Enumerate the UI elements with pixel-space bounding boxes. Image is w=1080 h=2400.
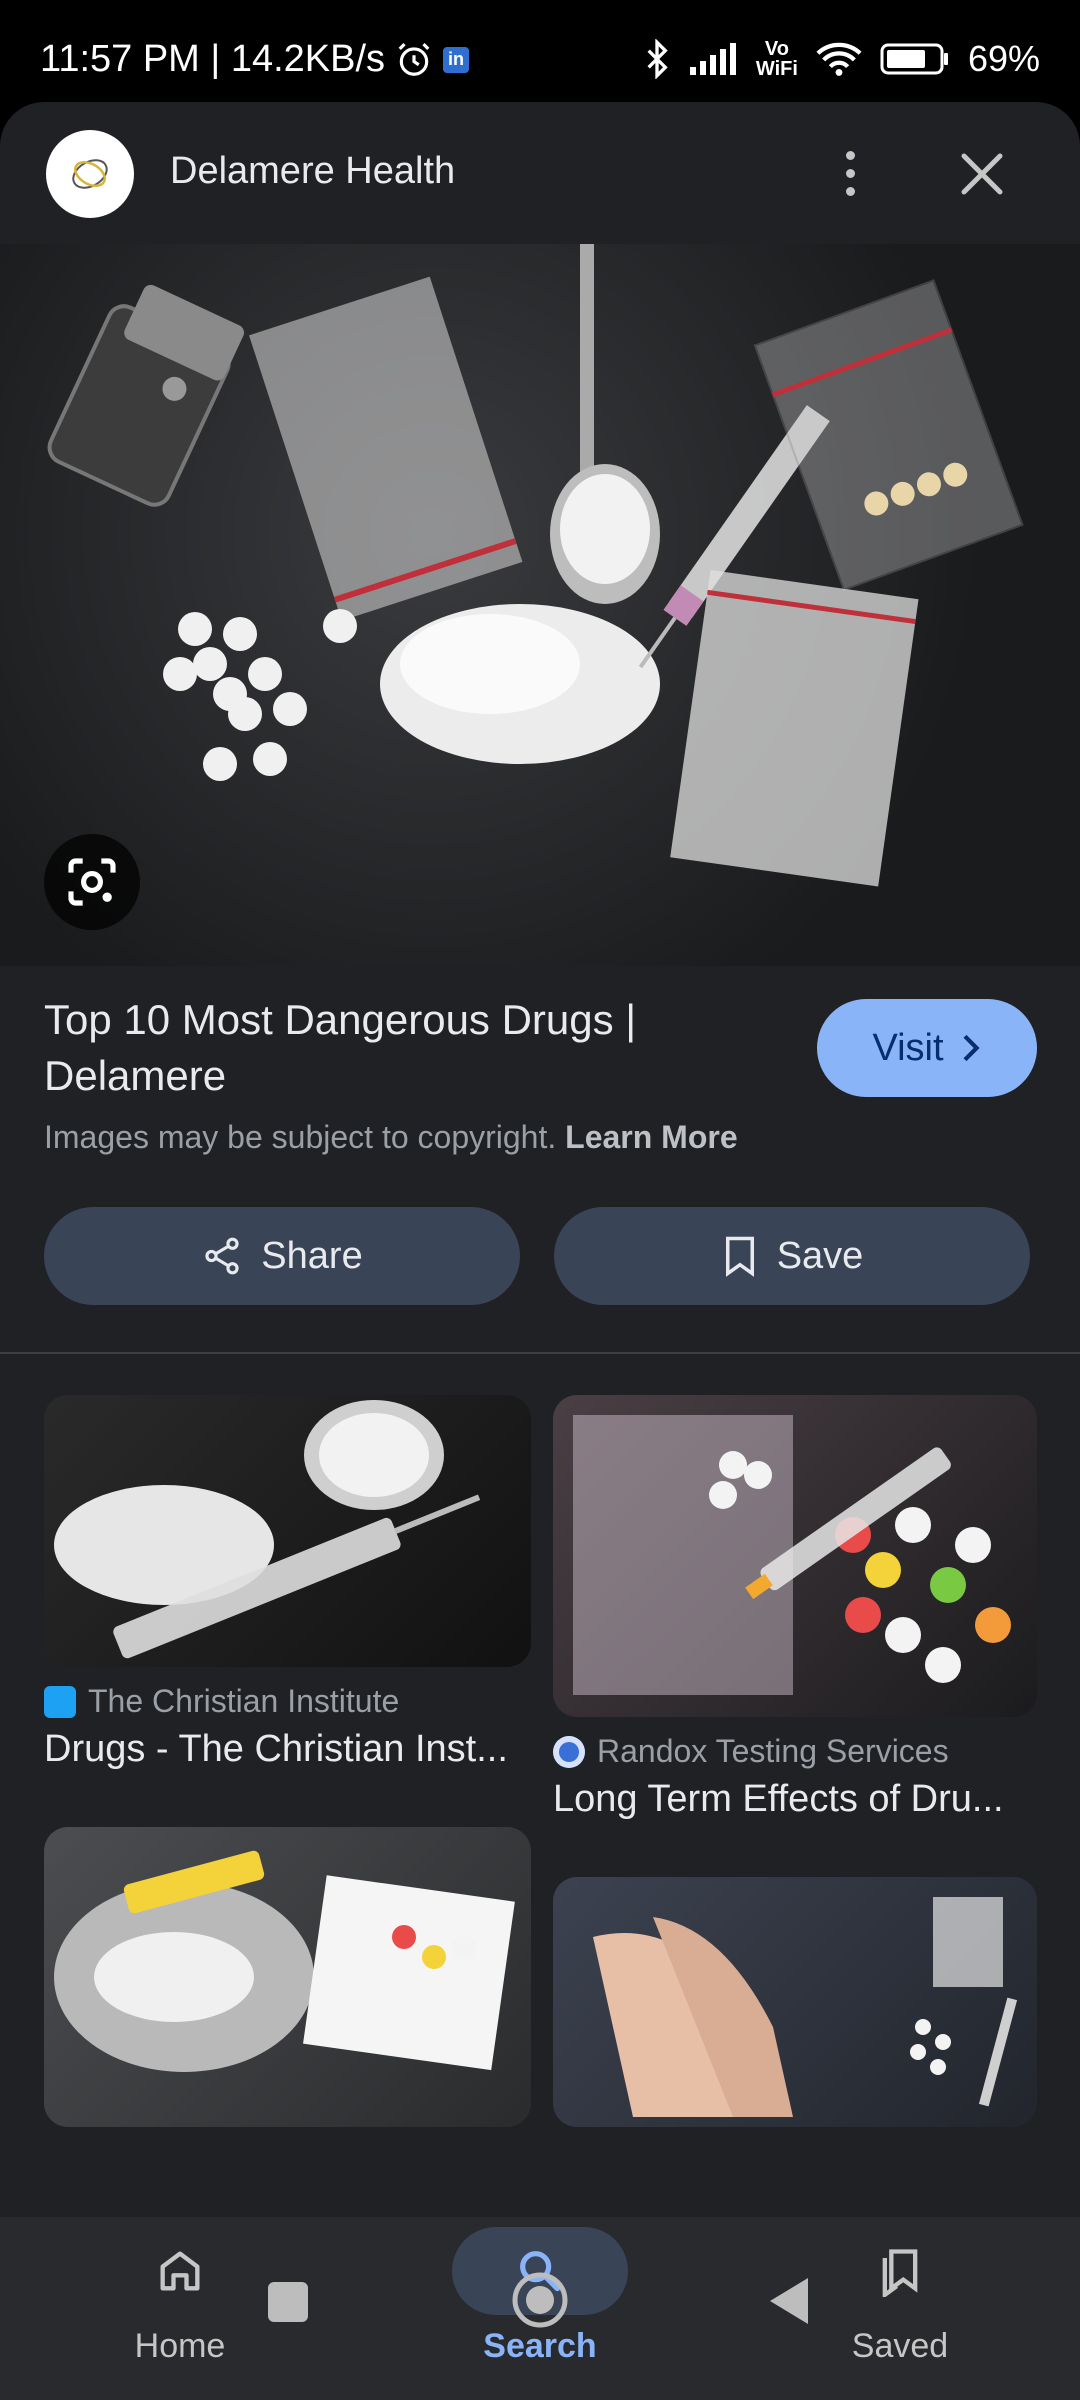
related-source-name: Randox Testing Services [597,1733,949,1769]
related-thumbnail[interactable] [44,1827,531,2127]
system-navigation-bar [0,2240,1080,2360]
home-button-icon[interactable] [510,2270,570,2330]
more-options-icon[interactable] [820,138,880,208]
christian-institute-favicon-icon [44,1685,76,1718]
related-thumbnail[interactable] [44,1395,531,1667]
related-card[interactable] [44,1827,531,2127]
save-label: Save [776,1234,864,1277]
related-title[interactable]: Long Term Effects of Dru... [553,1778,1037,1821]
share-button[interactable]: Share [44,1207,520,1305]
thumbnail-image [54,1850,515,2072]
copyright-text: Images may be subject to copyright. [44,1119,557,1155]
battery-icon [880,43,948,75]
related-source-name: The Christian Institute [88,1683,400,1719]
sheet-header: Delamere Health [0,102,1080,244]
wifi-icon [816,42,862,76]
linkedin-icon: in [443,46,470,73]
status-right: Vo WiFi 69% [644,38,1040,80]
bluetooth-icon [647,39,668,79]
related-source: The Christian Institute [44,1683,531,1720]
randox-favicon-icon [553,1735,585,1768]
related-source: Randox Testing Services [553,1733,1037,1770]
share-icon [205,1237,239,1275]
related-title[interactable]: Drugs - The Christian Inst... [44,1728,531,1771]
status-bar: 11:57 PM | 14.2KB/s in Vo WiFi 69% [0,0,1080,105]
related-thumbnail[interactable] [553,1395,1037,1717]
status-left: 11:57 PM | 14.2KB/s in [40,38,470,81]
image-detail-sheet: Delamere Health Top 10 Most Dangerous Dr… [0,102,1080,2400]
hero-image[interactable] [0,244,1080,966]
visit-button[interactable]: Visit [817,999,1037,1097]
close-icon[interactable] [950,142,1014,206]
alarm-icon [398,42,430,76]
vowifi-bottom: WiFi [755,58,798,80]
vowifi-indicator: Vo WiFi [756,39,798,79]
related-card[interactable]: Randox Testing Services Long Term Effect… [553,1395,1037,1821]
back-icon[interactable] [766,2276,812,2326]
google-lens-button[interactable] [44,834,140,930]
recents-icon[interactable] [266,2280,310,2324]
battery-percent: 69% [967,38,1040,79]
hero-illustration [47,244,1024,887]
bookmark-icon [725,1236,754,1277]
site-name[interactable]: Delamere Health [170,150,455,193]
vowifi-top: Vo [764,38,789,60]
section-divider [0,1352,1080,1354]
lens-icon [68,858,116,906]
copyright-notice: Images may be subject to copyright. Lear… [44,1119,738,1156]
thumbnail-image [54,1400,481,1659]
chevron-right-icon [963,1034,980,1062]
thumbnail-image [573,1415,1011,1695]
result-title[interactable]: Top 10 Most Dangerous Drugs | Delamere [44,992,784,1104]
status-time: 11:57 PM | 14.2KB/s [40,38,386,80]
learn-more-link[interactable]: Learn More [565,1119,737,1155]
delamere-logo-icon [72,159,108,189]
thumbnail-image [593,1897,1018,2117]
visit-label: Visit [872,1026,944,1069]
related-card[interactable] [553,1877,1037,2127]
share-label: Share [261,1234,363,1277]
related-card[interactable]: The Christian Institute Drugs - The Chri… [44,1395,531,1771]
site-logo[interactable] [46,130,134,218]
signal-icon [689,43,736,75]
save-button[interactable]: Save [554,1207,1030,1305]
related-thumbnail[interactable] [553,1877,1037,2127]
